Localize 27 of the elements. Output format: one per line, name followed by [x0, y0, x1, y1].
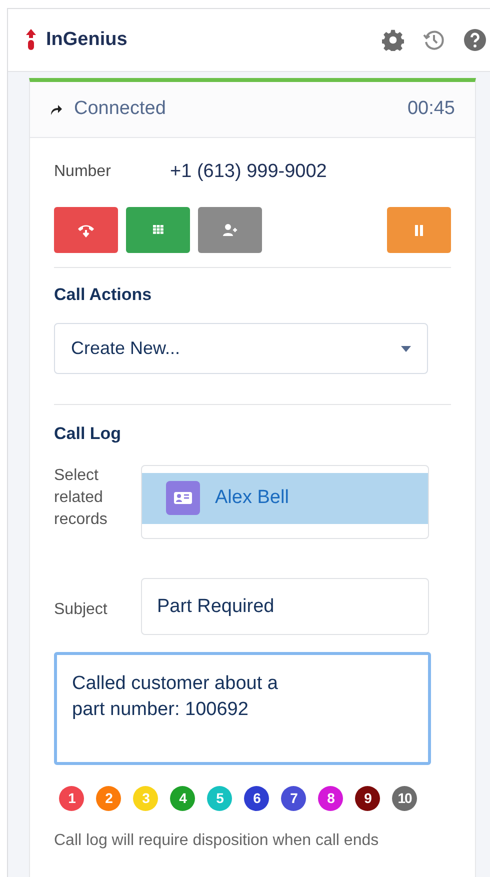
footer-note: Call log will require disposition when call ends — [54, 830, 380, 850]
help-icon[interactable] — [464, 29, 486, 51]
add-person-button[interactable] — [198, 206, 262, 252]
related-records-label: Select related records — [54, 466, 108, 530]
subject-field[interactable]: Part Required — [141, 578, 429, 634]
notes-field[interactable]: Called customer about a part number: 100692 — [54, 652, 431, 764]
number-label: Number — [54, 162, 112, 182]
contact-card-icon — [166, 481, 200, 515]
keypad-button[interactable] — [126, 206, 190, 252]
section-heading: Call Actions — [54, 284, 153, 306]
hold-button[interactable] — [387, 206, 451, 252]
add-person-icon — [221, 222, 239, 238]
phone-number: +1 (613) 999-9002 — [170, 160, 327, 184]
logo-icon — [26, 29, 36, 51]
related-record-item[interactable]: Alex Bell — [142, 472, 428, 524]
app-title: InGenius — [46, 28, 128, 52]
hang-up-button[interactable] — [54, 206, 118, 252]
caret-icon — [401, 346, 411, 352]
subject-label: Subject — [54, 600, 108, 620]
create-new-dropdown[interactable]: Create New... — [54, 323, 428, 374]
settings-icon[interactable] — [382, 29, 404, 51]
call-timer: 00:45 — [407, 97, 455, 122]
forward-arrow-icon — [50, 104, 62, 114]
history-icon[interactable] — [422, 28, 446, 52]
related-records-field[interactable]: Alex Bell — [141, 464, 429, 538]
section-heading: Call Log — [54, 423, 122, 445]
call-status: Connected — [74, 97, 166, 122]
